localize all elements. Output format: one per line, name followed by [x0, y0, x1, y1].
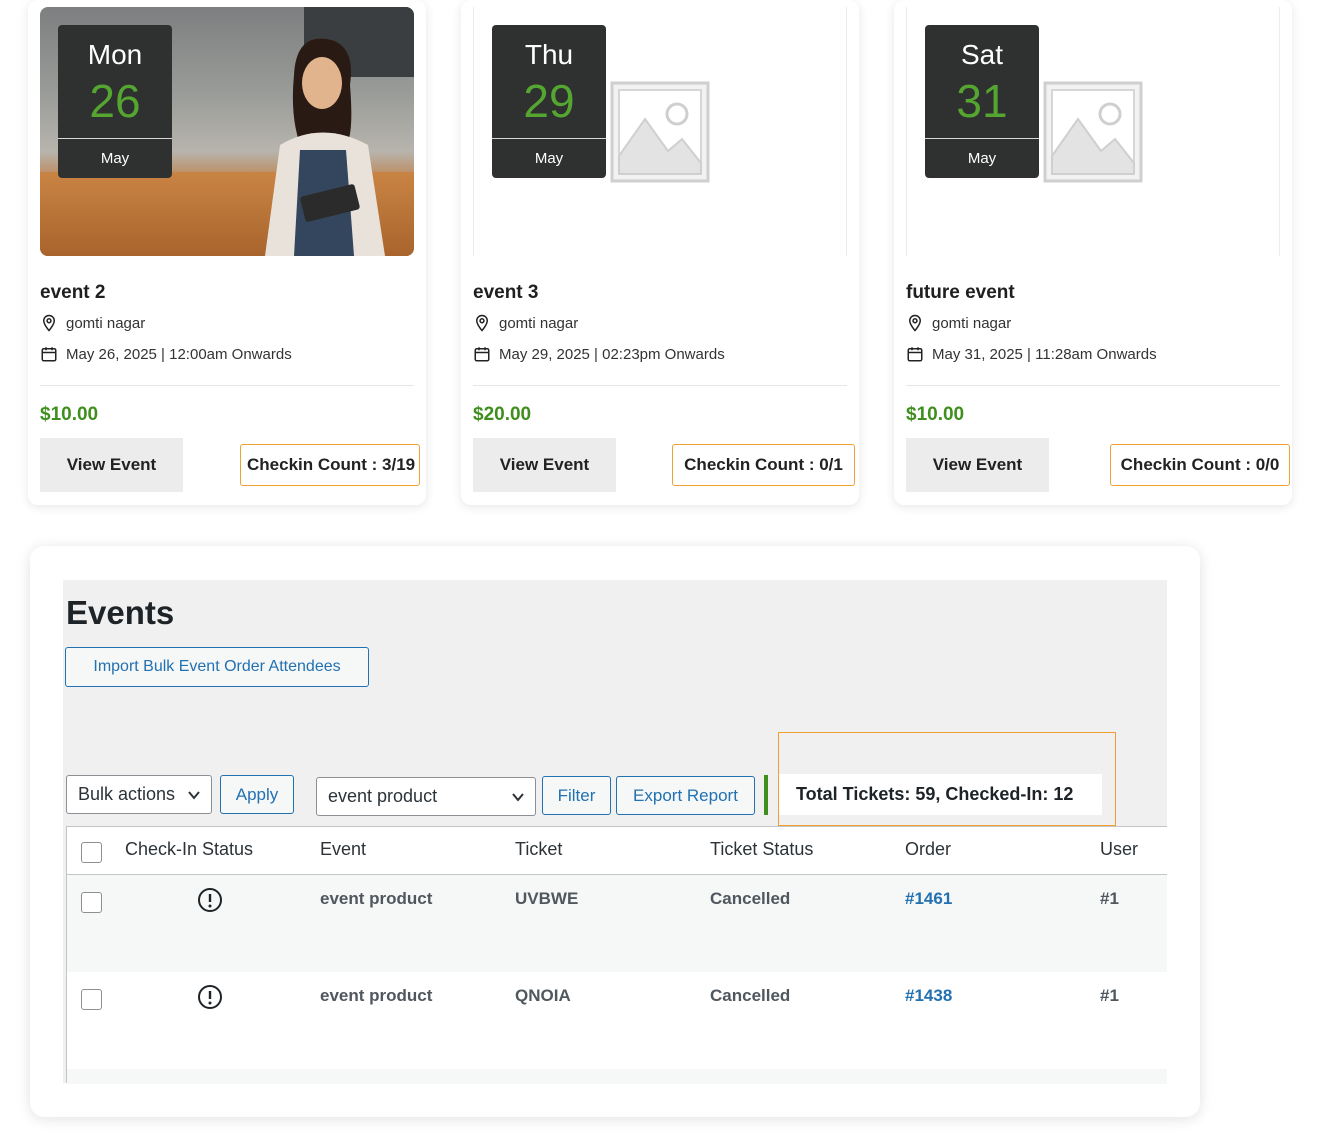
date-weekday: Sat — [960, 39, 1004, 70]
column-header-ticket[interactable]: Ticket — [515, 839, 562, 860]
location-pin-icon — [475, 314, 489, 332]
location-pin-icon — [42, 314, 56, 332]
cell-order-link[interactable]: #1461 — [905, 889, 952, 909]
divider — [906, 385, 1280, 386]
event-location: gomti nagar — [473, 314, 578, 332]
event-datetime: May 31, 2025 | 11:28am Onwards — [906, 345, 1157, 363]
event-datetime-text: May 31, 2025 | 11:28am Onwards — [932, 345, 1157, 363]
cell-event: event product — [320, 889, 433, 908]
event-title[interactable]: future event — [906, 282, 1015, 304]
event-image[interactable]: Mon 26 May — [40, 7, 414, 256]
chevron-down-icon — [188, 791, 200, 800]
event-card: Mon 26 May event 2 gomti nagar May 26, 2… — [28, 0, 426, 505]
date-weekday: Thu — [524, 39, 574, 70]
calendar-icon — [474, 347, 490, 362]
event-location: gomti nagar — [906, 314, 1011, 332]
event-price: $10.00 — [906, 404, 965, 425]
chevron-down-icon — [512, 793, 524, 802]
event-image[interactable]: Thu 29 May — [473, 7, 847, 256]
select-all-checkbox[interactable] — [81, 842, 102, 863]
cell-user: #1 — [1100, 986, 1119, 1005]
placeholder-image-icon — [610, 81, 710, 183]
date-badge: Mon 26 May — [58, 25, 172, 178]
date-badge: Sat 31 May — [925, 25, 1039, 178]
cell-event: event product — [320, 986, 433, 1005]
bulk-actions-value: Bulk actions — [78, 784, 176, 804]
table-row-partial — [67, 1069, 1167, 1084]
event-filter-value: event product — [328, 786, 438, 806]
event-location-text: gomti nagar — [66, 314, 146, 332]
event-card: Sat 31 May future event gomti nagar May … — [894, 0, 1292, 505]
import-attendees-button[interactable]: Import Bulk Event Order Attendees — [65, 647, 369, 687]
row-checkbox[interactable] — [81, 989, 102, 1010]
column-header-order[interactable]: Order — [905, 839, 951, 860]
event-location-text: gomti nagar — [932, 314, 1012, 332]
table-row: event product UVBWE Cancelled #1461 #1 — [67, 875, 1167, 972]
date-month: May — [534, 150, 564, 167]
date-day: 31 — [925, 71, 1039, 139]
page-title: Events — [66, 594, 175, 631]
date-month: May — [967, 150, 997, 167]
event-filter-select[interactable]: event product — [316, 777, 536, 816]
warning-status-icon — [198, 985, 222, 1009]
date-day: 26 — [58, 71, 172, 139]
date-day: 29 — [492, 71, 606, 139]
event-datetime-text: May 26, 2025 | 12:00am Onwards — [66, 345, 292, 363]
warning-status-icon — [198, 888, 222, 912]
event-datetime: May 29, 2025 | 02:23pm Onwards — [473, 345, 725, 363]
event-location-text: gomti nagar — [499, 314, 579, 332]
cell-ticket-status: Cancelled — [710, 986, 791, 1005]
row-checkbox[interactable] — [81, 892, 102, 913]
filter-button[interactable]: Filter — [542, 776, 611, 815]
divider — [40, 385, 414, 386]
event-image[interactable]: Sat 31 May — [906, 7, 1280, 256]
bulk-actions-select[interactable]: Bulk actions — [66, 775, 212, 814]
notice-accent-bar — [764, 775, 768, 815]
cell-ticket: QNOIA — [515, 986, 571, 1005]
export-report-button[interactable]: Export Report — [616, 776, 755, 815]
date-weekday: Mon — [87, 39, 143, 70]
view-event-button[interactable]: View Event — [906, 438, 1049, 492]
checkin-count-button[interactable]: Checkin Count : 0/1 — [672, 444, 855, 486]
cell-ticket: UVBWE — [515, 889, 579, 908]
event-location: gomti nagar — [40, 314, 145, 332]
event-title[interactable]: event 3 — [473, 282, 538, 304]
cell-order-link[interactable]: #1438 — [905, 986, 952, 1006]
calendar-icon — [907, 347, 923, 362]
column-header-ticket-status[interactable]: Ticket Status — [710, 839, 813, 860]
divider — [473, 385, 847, 386]
placeholder-image-icon — [1043, 81, 1143, 183]
checkin-count-button[interactable]: Checkin Count : 3/19 — [240, 444, 420, 486]
date-month: May — [100, 150, 130, 167]
event-price: $20.00 — [473, 404, 532, 425]
table-row: event product QNOIA Cancelled #1438 #1 — [67, 972, 1167, 1069]
person-illustration — [265, 38, 385, 256]
column-header-user[interactable]: User — [1100, 839, 1138, 860]
event-price: $10.00 — [40, 404, 99, 425]
column-header-event[interactable]: Event — [320, 839, 366, 860]
cell-ticket-status: Cancelled — [710, 889, 791, 908]
highlight-frame — [778, 732, 1116, 826]
cell-user: #1 — [1100, 889, 1119, 908]
date-badge: Thu 29 May — [492, 25, 606, 178]
table-header: Check-In Status Event Ticket Ticket Stat… — [67, 827, 1167, 875]
event-card: Thu 29 May event 3 gomti nagar May 29, 2… — [461, 0, 859, 505]
view-event-button[interactable]: View Event — [40, 438, 183, 492]
admin-events-panel: Events Import Bulk Event Order Attendees… — [30, 546, 1200, 1117]
column-header-checkin-status[interactable]: Check-In Status — [125, 839, 253, 860]
event-title[interactable]: event 2 — [40, 282, 105, 304]
apply-button[interactable]: Apply — [220, 775, 294, 814]
event-datetime: May 26, 2025 | 12:00am Onwards — [40, 345, 292, 363]
wp-admin-content: Events Import Bulk Event Order Attendees… — [63, 580, 1167, 1084]
checkin-count-button[interactable]: Checkin Count : 0/0 — [1110, 444, 1290, 486]
view-event-button[interactable]: View Event — [473, 438, 616, 492]
calendar-icon — [41, 347, 57, 362]
event-datetime-text: May 29, 2025 | 02:23pm Onwards — [499, 345, 725, 363]
location-pin-icon — [908, 314, 922, 332]
attendees-table: Check-In Status Event Ticket Ticket Stat… — [66, 826, 1167, 1084]
